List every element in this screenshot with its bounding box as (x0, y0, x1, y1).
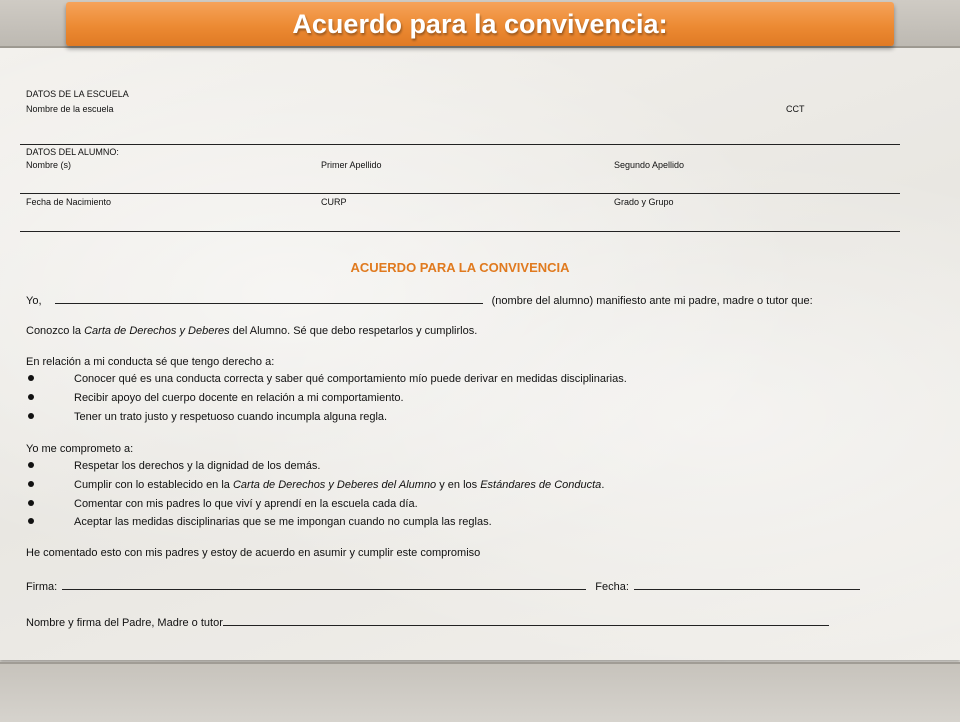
first-surname-label: Primer Apellido (321, 160, 382, 170)
list-item: Aceptar las medidas disciplinarias que s… (26, 516, 492, 528)
parent-signature-blank[interactable] (222, 615, 829, 626)
commitments-intro: Yo me comprometo a: (26, 443, 134, 455)
agreement-heading: ACUERDO PARA LA CONVIVENCIA (350, 260, 570, 275)
parent-label: Nombre y firma del Padre, Madre o tutor (26, 617, 223, 629)
right-text: Recibir apoyo del cuerpo docente en rela… (74, 392, 404, 404)
commitment-text: . (601, 479, 605, 491)
signature-row: Firma: Fecha: (26, 579, 860, 593)
birthdate-label: Fecha de Nacimiento (26, 197, 112, 207)
school-name-label: Nombre de la escuela (26, 104, 114, 114)
commitment-text: Comentar con mis padres lo que viví y ap… (74, 498, 418, 510)
charter-title: Carta de Derechos y Deberes (84, 325, 230, 337)
list-item: Recibir apoyo del cuerpo docente en rela… (26, 392, 404, 404)
second-surname-label: Segundo Apellido (614, 160, 685, 170)
grade-label: Grado y Grupo (614, 197, 674, 207)
conozco-rest: del Alumno. Sé que debo respetarlos y cu… (229, 325, 478, 337)
list-item: Comentar con mis padres lo que viví y ap… (26, 498, 418, 510)
student-section-label: DATOS DEL ALUMNO: (26, 147, 119, 157)
bullet-icon (28, 375, 34, 381)
conozco-text: Conozco la (26, 325, 85, 337)
student-divider-2 (20, 231, 900, 232)
student-name-blank[interactable] (54, 293, 483, 304)
cct-label: CCT (786, 104, 805, 114)
bullet-icon (28, 481, 34, 487)
student-divider-1 (20, 193, 900, 194)
right-text: Conocer qué es una conducta correcta y s… (74, 373, 627, 385)
commitment-text: Aceptar las medidas disciplinarias que s… (74, 516, 492, 528)
parent-signature-row: Nombre y firma del Padre, Madre o tutor (26, 615, 829, 629)
right-text: Tener un trato justo y respetuoso cuando… (74, 411, 388, 423)
rights-intro: En relación a mi conducta sé que tengo d… (26, 356, 275, 368)
list-item: Tener un trato justo y respetuoso cuando… (26, 411, 387, 423)
student-name-label: Nombre (s) (26, 160, 72, 170)
bullet-icon (28, 394, 34, 400)
bullet-icon (28, 518, 34, 524)
student-statement: Yo, (nombre del alumno) manifiesto ante … (26, 293, 813, 307)
list-item: Cumplir con lo establecido en la Carta d… (26, 479, 604, 491)
list-item: Respetar los derechos y la dignidad de l… (26, 460, 320, 472)
curp-label: CURP (321, 197, 347, 207)
school-section-label: DATOS DE LA ESCUELA (26, 89, 129, 99)
yo-prefix: Yo, (26, 295, 42, 307)
date-blank[interactable] (634, 579, 860, 590)
commitment-text: Cumplir con lo establecido en la (74, 479, 233, 491)
signature-blank[interactable] (62, 579, 587, 590)
charter-title: Carta de Derechos y Deberes del Alumno (232, 479, 437, 491)
yo-suffix: (nombre del alumno) manifiesto ante mi p… (491, 295, 813, 307)
date-label: Fecha: (595, 581, 629, 593)
standards-title: Estándares de Conducta (480, 479, 602, 491)
agreement-form: DATOS DE LA ESCUELA Nombre de la escuela… (0, 0, 960, 720)
bullet-icon (28, 413, 34, 419)
bullet-icon (28, 500, 34, 506)
signature-label: Firma: (26, 581, 58, 593)
closing-statement: He comentado esto con mis padres y estoy… (26, 547, 481, 559)
bullet-icon (28, 462, 34, 468)
commitment-text: y en los (436, 479, 481, 491)
commitment-text: Respetar los derechos y la dignidad de l… (74, 460, 321, 472)
list-item: Conocer qué es una conducta correcta y s… (26, 373, 627, 385)
charter-statement: Conozco la Carta de Derechos y Deberes d… (26, 325, 477, 337)
school-divider (20, 144, 900, 145)
